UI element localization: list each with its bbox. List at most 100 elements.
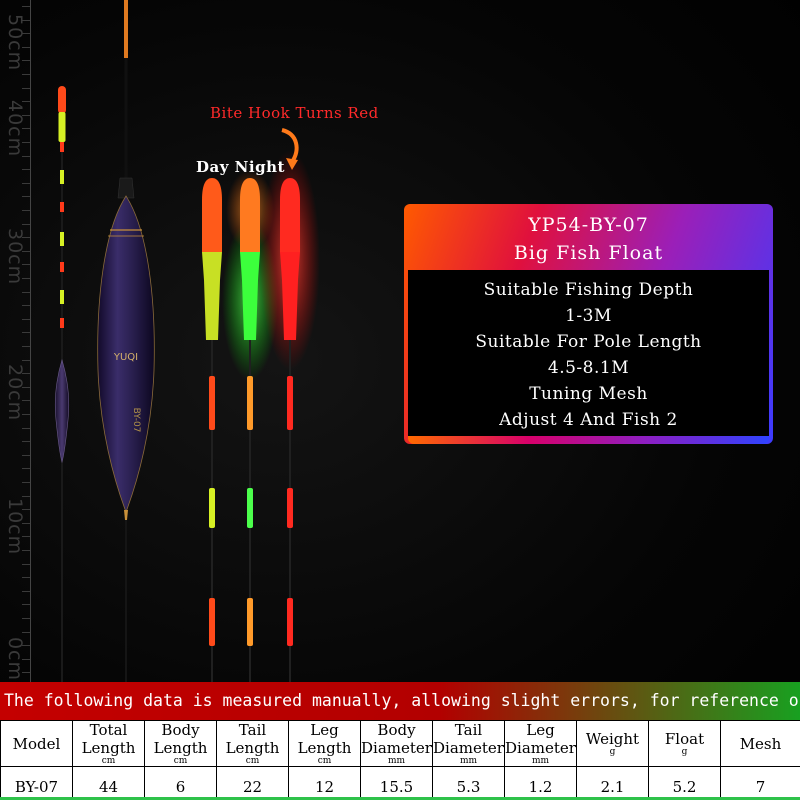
spec-value-cell: 1.2 [504, 766, 577, 800]
measurement-ruler: 50cm 40cm 30cm 20cm 10cm 0cm [0, 0, 34, 682]
spec-header-unit: g [609, 747, 616, 757]
spec-value-cell: 12 [288, 766, 361, 800]
ruler-tick [22, 618, 30, 619]
ruler-tick [22, 87, 30, 89]
ruler-tick [22, 291, 30, 293]
bite-float [260, 150, 320, 682]
info-panel: YP54-BY-07 Big Fish Float Suitable Fishi… [404, 204, 773, 444]
spec-header-label: Body Diameter [361, 721, 432, 757]
product-image: 50cm 40cm 30cm 20cm 10cm 0cm YUQI BY-07 … [0, 0, 800, 800]
large-float: YUQI BY-07 [97, 0, 155, 682]
spec-header-label: Total Length [81, 721, 136, 757]
ruler-tick [22, 563, 30, 565]
ruler-label-0: 0cm [4, 636, 26, 682]
panel-body: Suitable Fishing Depth 1-3M Suitable For… [408, 270, 769, 436]
day-float [202, 178, 222, 682]
ruler-label-10: 10cm [4, 498, 26, 556]
ruler-tick [22, 305, 30, 307]
bite-hook-label: Bite Hook Turns Red [210, 104, 379, 122]
curved-arrow-icon [281, 128, 299, 170]
fishing-floats-illustration: YUQI BY-07 [54, 0, 320, 682]
spec-header-label: Weight [585, 730, 640, 748]
panel-line-mesh-label: Tuning Mesh [529, 384, 648, 404]
spec-header-cell: Leg Diameter mm [504, 720, 577, 767]
ruler-label-20: 20cm [4, 364, 26, 422]
ruler-tick [22, 604, 30, 606]
spec-header-cell: Float g [648, 720, 721, 767]
ruler-tick [22, 441, 30, 443]
panel-line-depth-value: 1-3M [565, 306, 612, 326]
spec-table: Model Total Length cm Body Length cm Tail Len… [0, 720, 800, 800]
ruler-label-30: 30cm [4, 228, 26, 286]
panel-title: YP54-BY-07 [528, 214, 649, 236]
spec-value-cell: 6 [144, 766, 217, 800]
spec-header-label: Model [12, 734, 61, 753]
ruler-tick [22, 196, 30, 198]
float-brand-mark: YUQI [113, 352, 138, 363]
float-model-mark: BY-07 [131, 408, 141, 433]
ruler-tick [22, 318, 30, 320]
ruler-tick [22, 495, 30, 497]
ruler-tick [22, 6, 30, 7]
ruler-tick [22, 223, 30, 225]
spec-header-cell: Body Length cm [144, 720, 217, 767]
spec-value-cell: 5.3 [432, 766, 505, 800]
spec-header-label: Leg Length [297, 721, 352, 757]
spec-header-cell: Model [0, 720, 73, 767]
spec-value-cell: 5.2 [648, 766, 721, 800]
spec-header-unit: cm [245, 756, 260, 766]
spec-header-cell: Tail Length cm [216, 720, 289, 767]
small-float [54, 86, 70, 682]
ruler-tick [22, 182, 30, 184]
measurement-notice: The following data is measured manually,… [0, 682, 800, 720]
spec-header-cell: Weight g [576, 720, 649, 767]
spec-value-cell: 15.5 [360, 766, 433, 800]
panel-footer-strip [408, 436, 769, 444]
spec-header-cell: Body Diameter mm [360, 720, 433, 767]
spec-value-cell: 22 [216, 766, 289, 800]
spec-header-unit: mm [531, 756, 550, 766]
ruler-line [30, 0, 31, 682]
panel-subtitle: Big Fish Float [513, 242, 664, 264]
ruler-tick [22, 332, 30, 334]
spec-header-cell: Total Length cm [72, 720, 145, 767]
spec-value-cell: BY-07 [0, 766, 73, 800]
spec-header-label: Body Length [153, 721, 208, 757]
panel-line-mesh-value: Adjust 4 And Fish 2 [499, 410, 678, 430]
ruler-label-40: 40cm [4, 100, 26, 158]
ruler-tick [22, 346, 30, 347]
ruler-label-50: 50cm [4, 14, 26, 72]
spec-header-label: Mesh [739, 734, 782, 753]
ruler-tick [22, 631, 30, 633]
spec-header-unit: g [681, 747, 688, 757]
panel-header: YP54-BY-07 Big Fish Float [404, 204, 773, 270]
spec-header-unit: cm [317, 756, 332, 766]
spec-header-unit: mm [459, 756, 478, 766]
ruler-tick [22, 427, 30, 429]
panel-line-pole-value: 4.5-8.1M [547, 358, 630, 378]
spec-header-label: Float [664, 730, 705, 748]
spec-table-row: BY-07 44 6 22 12 15.5 5.3 1.2 2.1 5.2 7 [0, 766, 800, 800]
spec-header-cell: Mesh [720, 720, 800, 767]
ruler-tick [22, 359, 30, 361]
ruler-tick [22, 74, 30, 75]
spec-value-cell: 2.1 [576, 766, 649, 800]
spec-header-unit: cm [173, 756, 188, 766]
spec-header-cell: Tail Diameter mm [432, 720, 505, 767]
spec-header-label: Tail Diameter [433, 721, 504, 757]
ruler-tick [22, 468, 30, 470]
ruler-tick [22, 210, 30, 211]
spec-header-label: Tail Length [225, 721, 280, 757]
spec-header-label: Leg Diameter [505, 721, 576, 757]
spec-value-cell: 44 [72, 766, 145, 800]
ruler-tick [22, 590, 30, 592]
ruler-tick [22, 169, 30, 171]
spec-table-header-row: Model Total Length cm Body Length cm Tail Len… [0, 720, 800, 767]
ruler-tick [22, 454, 30, 456]
panel-line-pole-label: Suitable For Pole Length [475, 332, 702, 352]
spec-header-unit: cm [101, 756, 116, 766]
panel-line-depth-label: Suitable Fishing Depth [483, 280, 694, 300]
ruler-tick [22, 482, 30, 483]
spec-header-unit: mm [387, 756, 406, 766]
day-night-label: Day Night [196, 158, 285, 176]
